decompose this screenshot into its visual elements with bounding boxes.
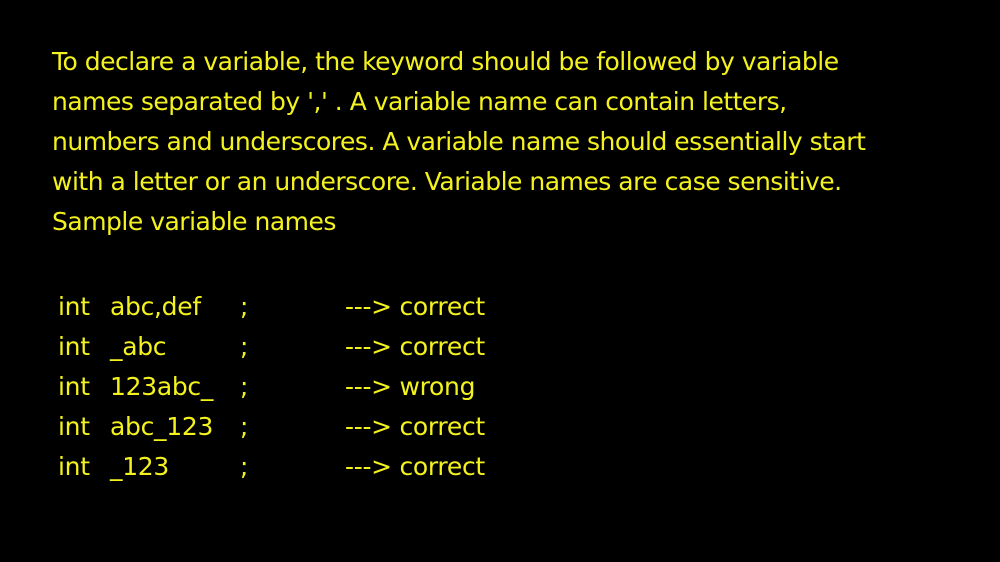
example-list: int abc,def ; ---> correct int _abc ; --…	[58, 287, 658, 487]
example-row: int _abc ; ---> correct	[58, 327, 658, 367]
paragraph-line: with a letter or an underscore. Variable…	[52, 167, 842, 196]
example-keyword: int	[58, 412, 90, 441]
example-terminator: ;	[240, 452, 249, 481]
example-variable-name: _123	[110, 452, 170, 481]
example-result: ---> correct	[345, 412, 485, 441]
example-variable-name: 123abc_	[110, 372, 214, 401]
example-row: int abc,def ; ---> correct	[58, 287, 658, 327]
paragraph-line: numbers and underscores. A variable name…	[52, 127, 866, 156]
example-terminator: ;	[240, 372, 249, 401]
example-row: int abc_123 ; ---> correct	[58, 407, 658, 447]
example-variable-name: abc_123	[110, 412, 214, 441]
example-keyword: int	[58, 372, 90, 401]
paragraph-line: To declare a variable, the keyword shoul…	[52, 47, 839, 76]
slide: To declare a variable, the keyword shoul…	[0, 0, 1000, 562]
example-variable-name: _abc	[110, 332, 167, 361]
example-keyword: int	[58, 332, 90, 361]
example-result: ---> correct	[345, 292, 485, 321]
example-terminator: ;	[240, 332, 249, 361]
example-keyword: int	[58, 452, 90, 481]
paragraph-line: Sample variable names	[52, 207, 336, 236]
example-result: ---> wrong	[345, 372, 476, 401]
paragraph-line: names separated by ',' . A variable name…	[52, 87, 787, 116]
example-result: ---> correct	[345, 332, 485, 361]
example-keyword: int	[58, 292, 90, 321]
description-paragraph: To declare a variable, the keyword shoul…	[52, 42, 992, 242]
example-result: ---> correct	[345, 452, 485, 481]
example-terminator: ;	[240, 292, 249, 321]
example-row: int _123 ; ---> correct	[58, 447, 658, 487]
example-variable-name: abc,def	[110, 292, 201, 321]
example-terminator: ;	[240, 412, 249, 441]
example-row: int 123abc_ ; ---> wrong	[58, 367, 658, 407]
